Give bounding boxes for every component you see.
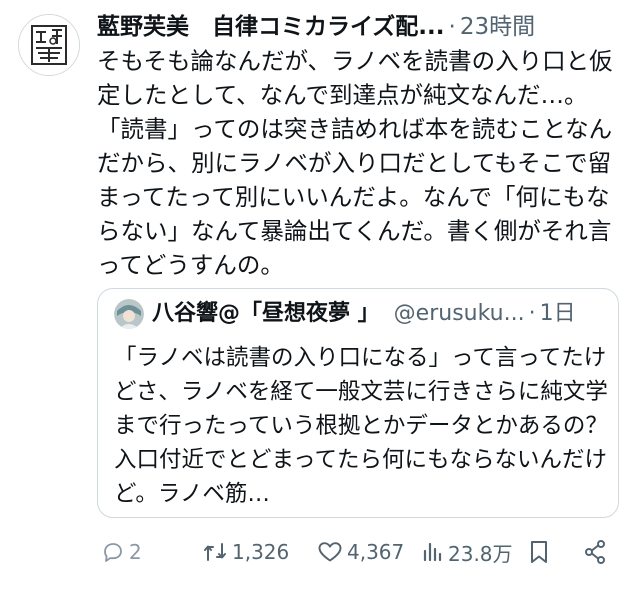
share-button[interactable] [583, 536, 607, 568]
retweet-button[interactable]: 1,326 [202, 536, 289, 568]
retweet-icon [204, 543, 226, 561]
like-count: 4,367 [347, 540, 405, 564]
quote-author-name[interactable]: 八谷響@「昼想夜夢 」 [152, 299, 380, 329]
quote-tweet[interactable]: 八谷響@「昼想夜夢 」 @erusuku... · 1日 「ラノベは読書の入り口… [97, 288, 619, 518]
bookmark-icon [531, 541, 547, 563]
retweet-count: 1,326 [232, 540, 290, 564]
reply-count: 2 [129, 540, 142, 564]
reply-button[interactable]: 2 [101, 536, 142, 568]
action-bar: 2 1,326 4,367 23.8万 [97, 536, 622, 568]
quote-avatar-image [114, 299, 144, 329]
views-button[interactable]: 23.8万 [422, 536, 513, 568]
views-icon [423, 542, 442, 562]
author-avatar-image [19, 15, 79, 75]
view-count: 23.8万 [448, 541, 513, 566]
like-icon [318, 542, 342, 562]
bookmark-button[interactable] [527, 536, 551, 568]
quote-text: 「ラノベは読書の入り口になる」って言ってたけどさ、ラノベを経て一般文芸に行きさら… [114, 345, 608, 507]
like-button[interactable]: 4,367 [317, 536, 404, 568]
share-icon [585, 540, 605, 564]
quote-timestamp[interactable]: 1日 [540, 299, 576, 329]
quote-separator: · [528, 301, 536, 326]
tweet[interactable]: 藍野芙美 自律コミカライズ配... · 23時間 そもそも論なんだが、ラノベを読… [0, 0, 640, 590]
quote-author-handle[interactable]: @erusuku... [394, 299, 525, 329]
reply-icon [104, 543, 122, 562]
header-separator: · [448, 14, 456, 40]
tweet-text: そもそも論なんだが、ラノベを読書の入り口と仮定したとして、なんで到達点が純文なん… [97, 47, 613, 279]
quote-author-avatar[interactable] [114, 299, 144, 329]
quote-header: 八谷響@「昼想夜夢 」 @erusuku... · 1日 [114, 299, 614, 329]
author-avatar[interactable] [18, 14, 80, 76]
author-name[interactable]: 藍野芙美 自律コミカライズ配... [97, 12, 445, 42]
tweet-timestamp[interactable]: 23時間 [460, 12, 535, 42]
tweet-header: 藍野芙美 自律コミカライズ配... · 23時間 [97, 12, 627, 42]
